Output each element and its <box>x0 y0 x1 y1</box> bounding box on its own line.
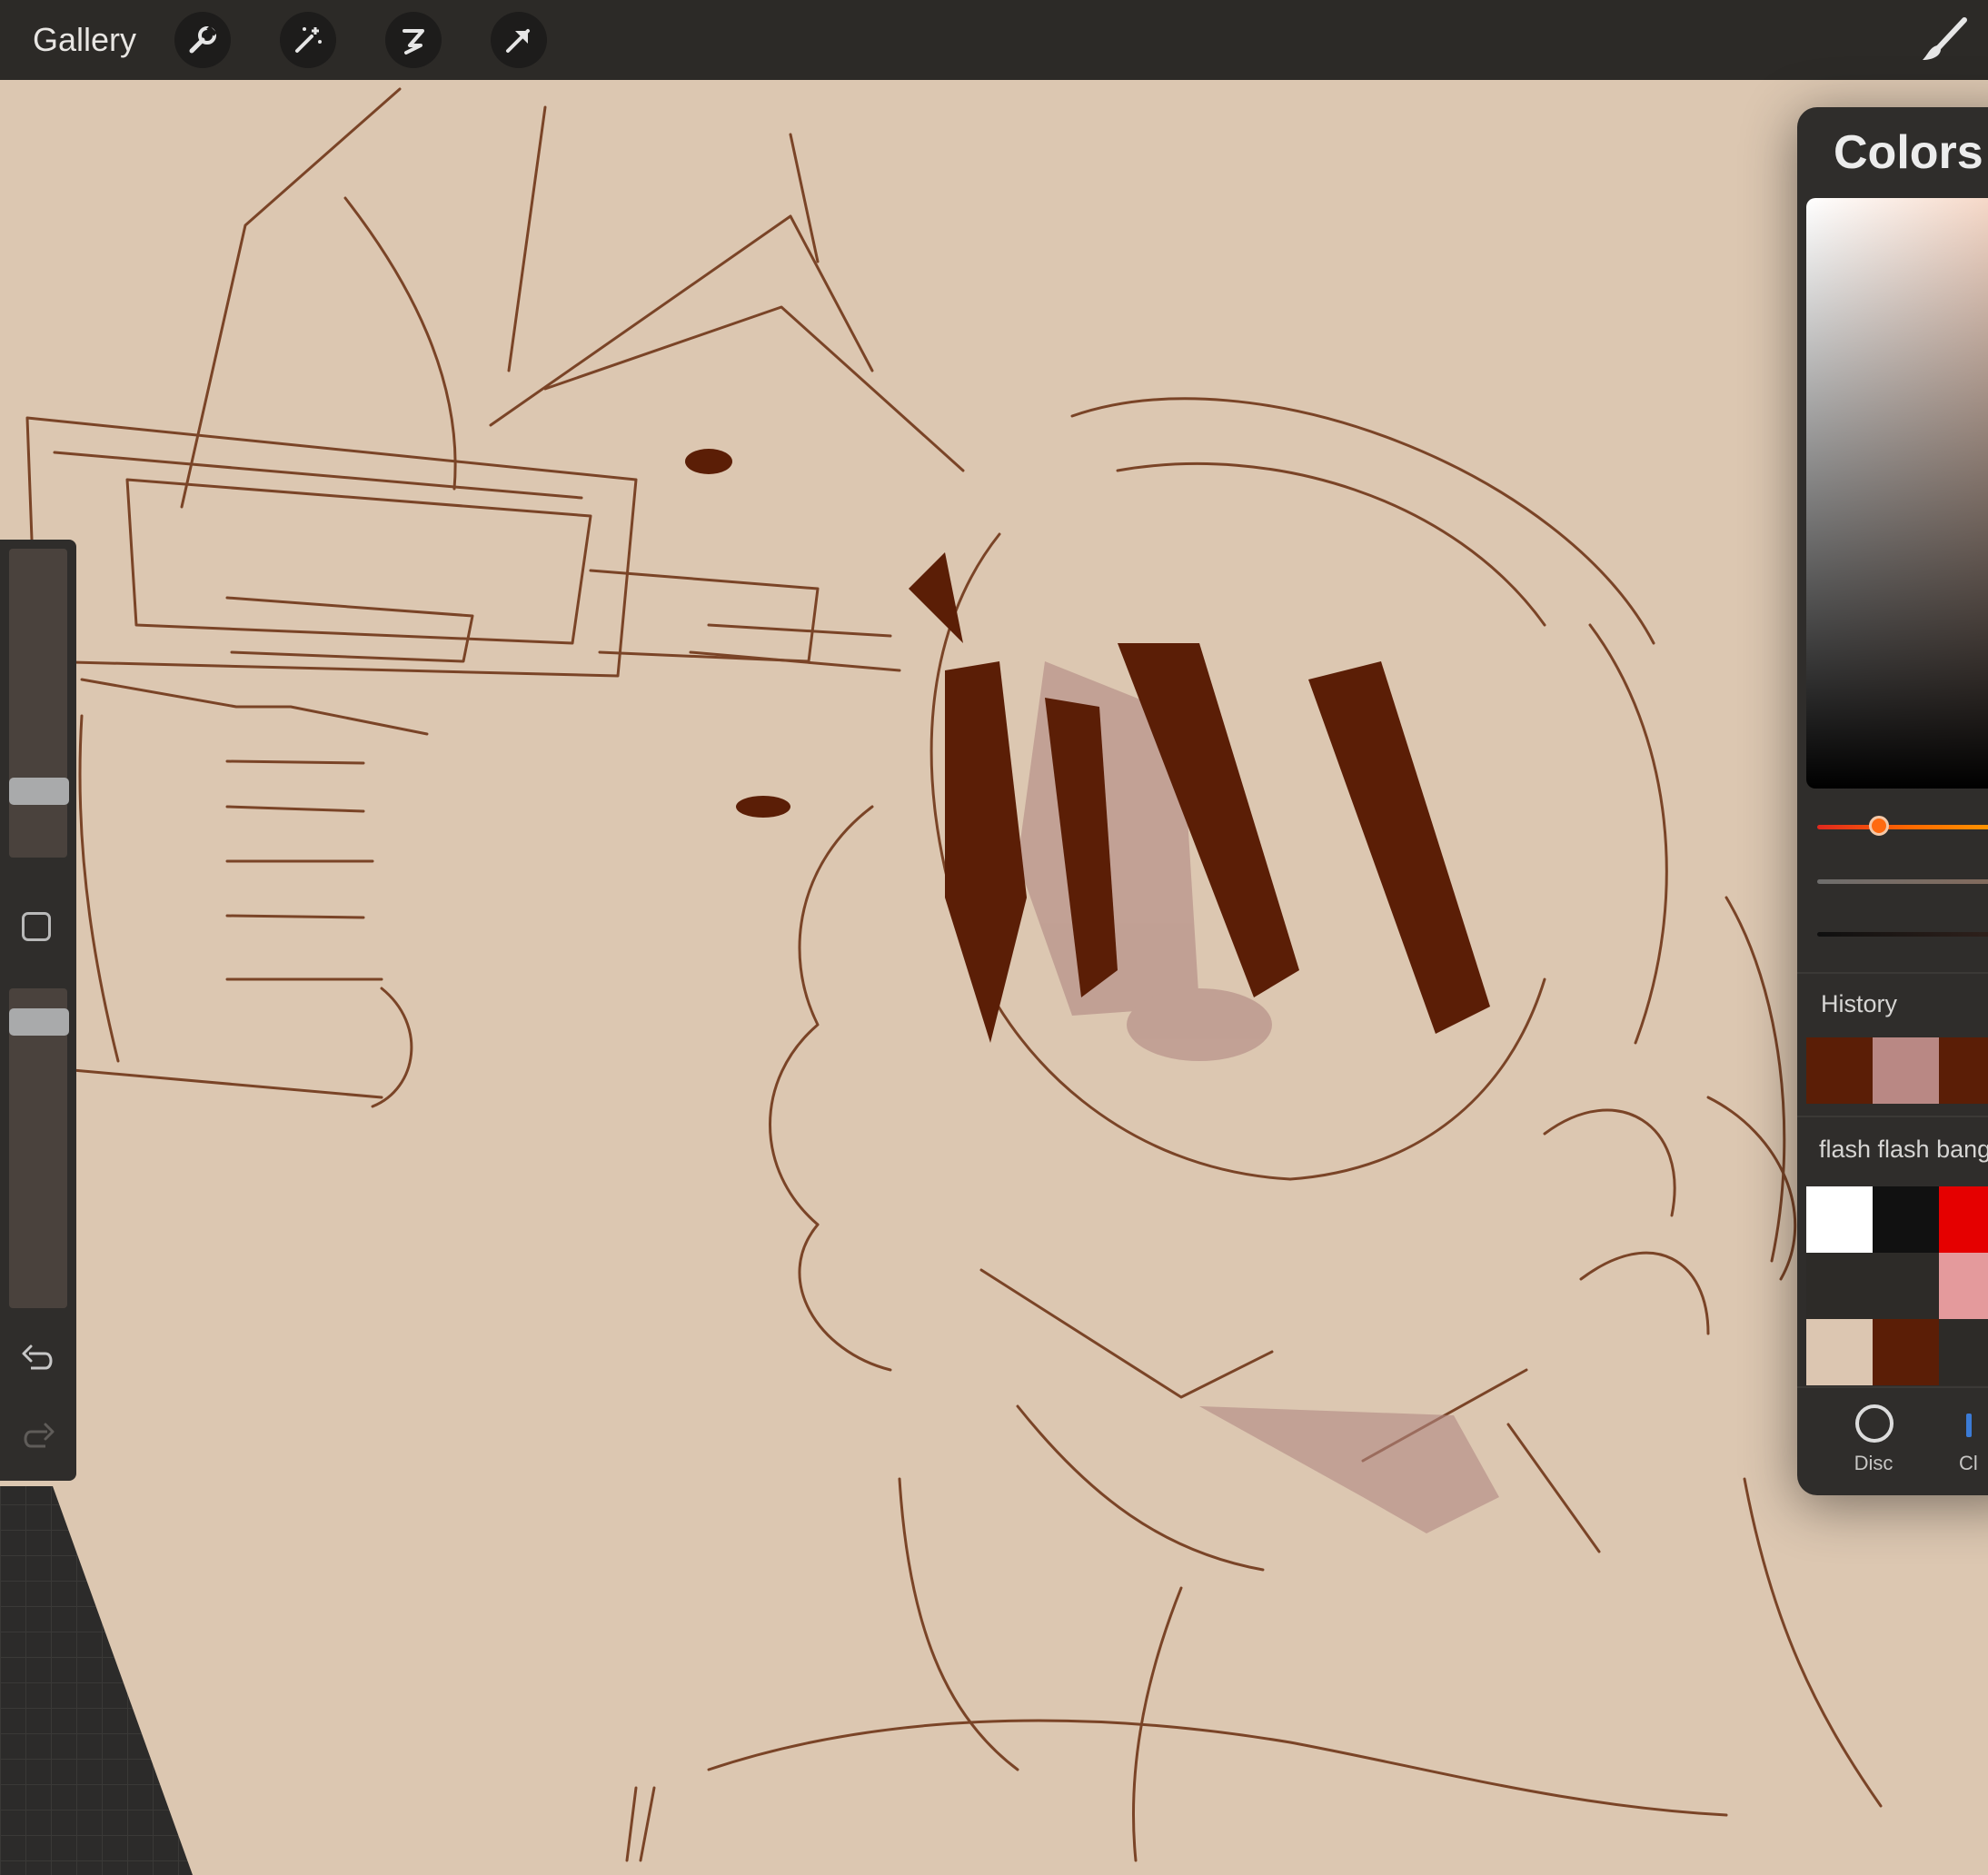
history-swatch[interactable] <box>1873 1037 1939 1104</box>
opacity-thumb[interactable] <box>9 1008 69 1036</box>
brush-size-thumb[interactable] <box>9 778 69 805</box>
tab-disc[interactable]: Disc <box>1828 1404 1919 1486</box>
palette-swatch[interactable] <box>1806 1319 1873 1385</box>
undo-button[interactable] <box>20 1339 56 1380</box>
colors-title: Colors <box>1834 126 1983 179</box>
history-swatch[interactable] <box>1939 1037 1988 1104</box>
divider <box>1797 1116 1988 1117</box>
divider <box>1797 1386 1988 1388</box>
palette-swatch[interactable] <box>1873 1319 1939 1385</box>
palette-swatch[interactable] <box>1939 1253 1988 1319</box>
redo-button[interactable] <box>20 1417 56 1458</box>
saturation-brightness-picker[interactable] <box>1806 198 1988 789</box>
redo-icon <box>24 1423 55 1448</box>
brush-button[interactable] <box>1919 15 1970 65</box>
colors-panel: Colors History flash flash bang Disc Cl <box>1797 107 1988 1495</box>
disc-icon <box>1855 1404 1894 1443</box>
gallery-button[interactable]: Gallery <box>33 20 136 60</box>
brush-size-slider[interactable] <box>9 549 67 858</box>
hue-slider-knob[interactable] <box>1868 816 1889 836</box>
saturation-slider[interactable] <box>1817 879 1988 884</box>
opacity-slider[interactable] <box>9 988 67 1308</box>
brightness-slider[interactable] <box>1817 932 1988 937</box>
palette-swatch[interactable] <box>1939 1186 1988 1253</box>
wrench-icon <box>189 25 217 54</box>
history-swatch[interactable] <box>1806 1037 1873 1104</box>
magic-wand-icon <box>295 27 322 53</box>
divider <box>1797 972 1988 974</box>
tab-classic-label: Cl <box>1959 1452 1978 1474</box>
top-toolbar: Gallery <box>0 0 1988 80</box>
history-label: History <box>1821 990 1898 1017</box>
palette-swatch[interactable] <box>1806 1186 1873 1253</box>
palette-swatch[interactable] <box>1806 1253 1873 1319</box>
transform-button[interactable] <box>491 12 547 68</box>
selection-button[interactable] <box>385 12 442 68</box>
palette-name-label[interactable]: flash flash bang <box>1819 1134 1988 1165</box>
hue-slider[interactable] <box>1817 825 1988 829</box>
drawing-canvas[interactable] <box>0 80 1988 1875</box>
modify-square-icon[interactable] <box>22 912 51 941</box>
undo-icon <box>22 1344 53 1370</box>
palette-swatch[interactable] <box>1873 1186 1939 1253</box>
actions-button[interactable] <box>174 12 231 68</box>
brush-icon <box>1923 17 1967 60</box>
palette-swatch[interactable] <box>1939 1319 1988 1385</box>
selection-icon <box>403 29 424 55</box>
transform-arrow-icon <box>506 29 530 53</box>
tab-classic[interactable]: Cl <box>1959 1404 1988 1486</box>
classic-icon <box>1966 1414 1972 1437</box>
left-sidebar <box>0 540 76 1481</box>
adjustments-button[interactable] <box>280 12 336 68</box>
tab-disc-label: Disc <box>1854 1452 1894 1474</box>
palette-swatch[interactable] <box>1873 1253 1939 1319</box>
